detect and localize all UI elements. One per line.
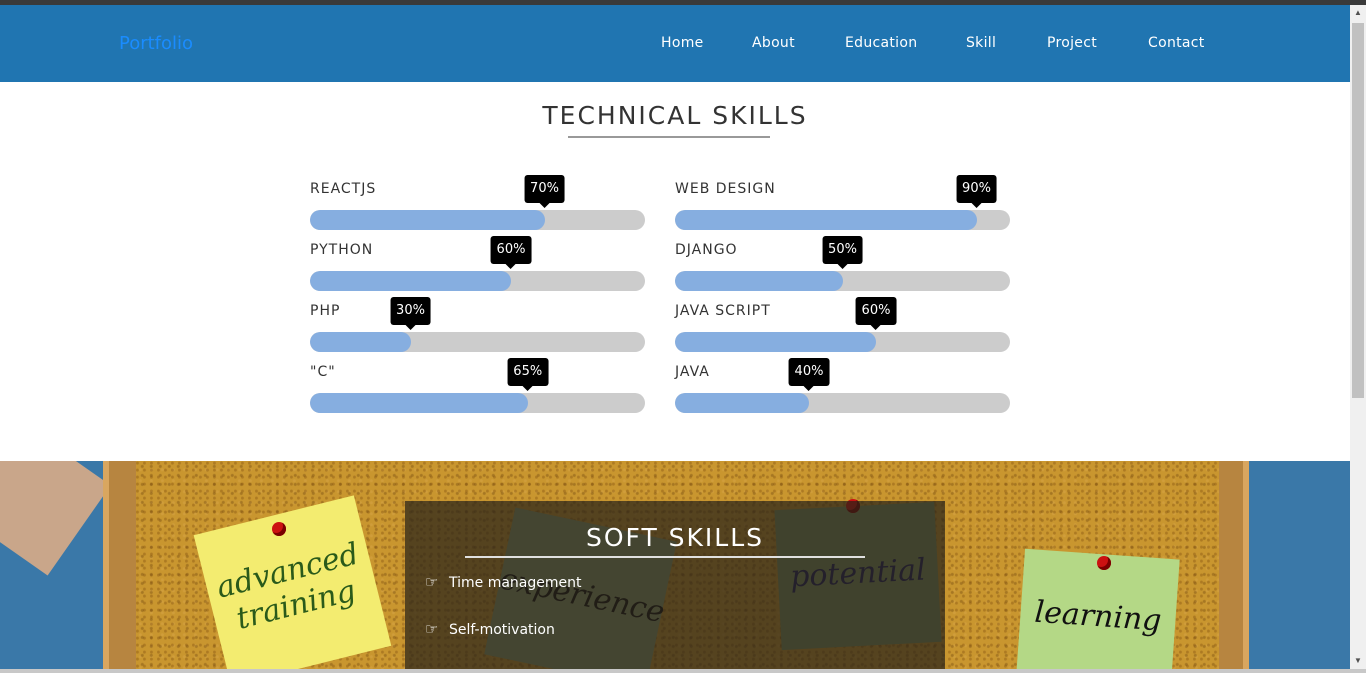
skill-percent-tooltip: 40% [788,358,830,391]
skill-label: PYTHON [310,242,374,258]
skill-fill [675,210,977,230]
skill-javascript: JAVA SCRIPT 60% [675,297,1010,363]
soft-skills-title: SOFT SKILLS [585,523,765,552]
skill-c: "C" 65% [310,358,645,424]
nav-project[interactable]: Project [1047,35,1097,51]
skill-percent-tooltip: 90% [956,175,997,208]
soft-skills-section: advanced training experience potential l… [0,461,1350,669]
note-text: learning [1033,594,1163,639]
note-text: advanced training [213,536,363,637]
skill-java: JAVA 40% [675,358,1010,424]
skill-label: DJANGO [675,242,738,258]
soft-skill-item: ☞ Time management [425,573,582,591]
title-underline [465,556,865,558]
nav-home[interactable]: Home [661,35,704,51]
pushpin-icon [272,522,286,536]
skill-percent-tooltip: 30% [390,297,431,330]
soft-skill-item: ☞ Self-motivation [425,620,555,638]
skill-fill [675,271,843,291]
soft-skills-panel: SOFT SKILLS ☞ Time management ☞ Self-motiv… [405,501,945,669]
nav-education[interactable]: Education [845,35,917,51]
hand-pointing-right-icon: ☞ [425,573,439,591]
skill-label: JAVA SCRIPT [675,303,771,319]
skill-track [675,210,1010,230]
scroll-up-arrow-icon[interactable]: ▲ [1350,5,1366,21]
technical-skills-title: TECHNICAL SKILLS [542,101,808,130]
pushpin-icon [1097,556,1111,570]
skill-fill [310,210,545,230]
skill-python: PYTHON 60% [310,236,645,302]
skill-track [310,210,645,230]
scrollbar-thumb[interactable] [1352,23,1364,398]
skill-fill [310,393,528,413]
skill-percent-tooltip: 65% [507,358,549,391]
skill-track [310,393,645,413]
page-scrollbar[interactable]: ▲ ▼ [1350,5,1366,673]
skill-track [310,271,645,291]
browser-bottom-bar [0,669,1366,673]
skill-reactjs: REACTJS 70% [310,175,645,241]
navbar: Portfolio Home About Education Skill Pro… [0,5,1350,82]
nav-about[interactable]: About [752,35,795,51]
nav-contact[interactable]: Contact [1148,35,1205,51]
skill-percent-tooltip: 70% [524,175,565,208]
skill-label: "C" [310,364,336,380]
skill-web-design: WEB DESIGN 90% [675,175,1010,241]
skill-php: PHP 30% [310,297,645,363]
skill-percent-tooltip: 60% [855,297,897,330]
brand-logo[interactable]: Portfolio [119,33,193,54]
skill-label: WEB DESIGN [675,181,776,197]
skill-track [675,332,1010,352]
background-paper-corner [0,461,111,576]
soft-skill-label: Self-motivation [449,622,555,638]
skill-label: PHP [310,303,341,319]
skill-percent-tooltip: 60% [490,236,532,269]
skill-percent-tooltip: 50% [822,236,863,269]
skill-track [675,271,1010,291]
skill-fill [675,393,809,413]
title-underline [568,136,770,138]
skill-label: REACTJS [310,181,377,197]
skill-fill [310,271,511,291]
scroll-down-arrow-icon[interactable]: ▼ [1350,653,1366,669]
skill-fill [675,332,876,352]
nav-skill[interactable]: Skill [966,35,996,51]
hand-pointing-right-icon: ☞ [425,620,439,638]
skill-track [310,332,645,352]
skill-track [675,393,1010,413]
skill-django: DJANGO 50% [675,236,1010,302]
skill-label: JAVA [675,364,710,380]
soft-skill-label: Time management [449,575,582,591]
skill-fill [310,332,411,352]
